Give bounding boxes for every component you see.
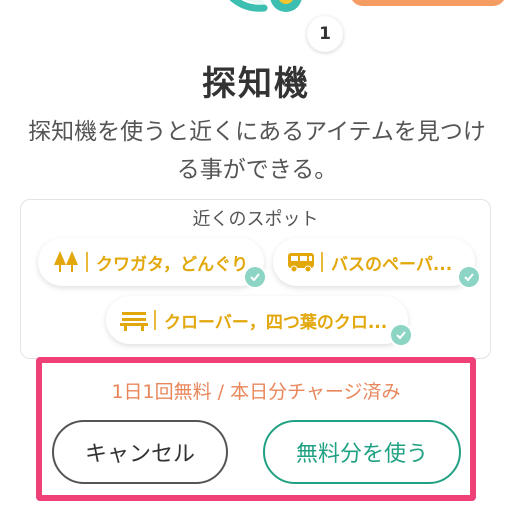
use-free-button[interactable]: 無料分を使う	[263, 420, 461, 484]
item-count-badge: 1	[307, 16, 343, 52]
dialog-title: 探知機	[202, 64, 310, 104]
dialog-description: 探知機を使うと近くにあるアイテムを見つける事ができる。	[28, 119, 486, 183]
spot-chip-bus[interactable]: バスのペーパ...	[273, 238, 475, 286]
detector-illustration	[229, 0, 302, 12]
tree-icon	[52, 248, 80, 276]
bus-icon	[287, 248, 315, 276]
chip-divider	[321, 252, 323, 272]
check-icon	[391, 325, 411, 345]
top-action-button[interactable]	[350, 0, 506, 6]
check-icon	[245, 267, 265, 287]
spot-chip-label: クワガタ，どんぐり	[96, 254, 249, 275]
bench-icon	[120, 306, 148, 334]
spot-chip-label: クローバー，四つ葉のクロ...	[164, 312, 388, 333]
charge-status-text: 1日1回無料 / 本日分チャージ済み	[111, 381, 401, 403]
spot-chip-label: バスのペーパ...	[331, 254, 453, 275]
chip-divider	[154, 310, 156, 330]
nearby-spots-header: 近くのスポット	[192, 209, 319, 230]
chip-divider	[86, 252, 88, 272]
detector-dialog: 1 探知機 探知機を使うと近くにあるアイテムを見つける事ができる。 近くのスポッ…	[0, 0, 512, 512]
spot-chip-forest[interactable]: クワガタ，どんぐり	[38, 238, 264, 286]
check-icon	[459, 267, 479, 287]
cancel-button[interactable]: キャンセル	[52, 420, 228, 484]
spot-chip-park[interactable]: クローバー，四つ葉のクロ...	[106, 296, 408, 344]
